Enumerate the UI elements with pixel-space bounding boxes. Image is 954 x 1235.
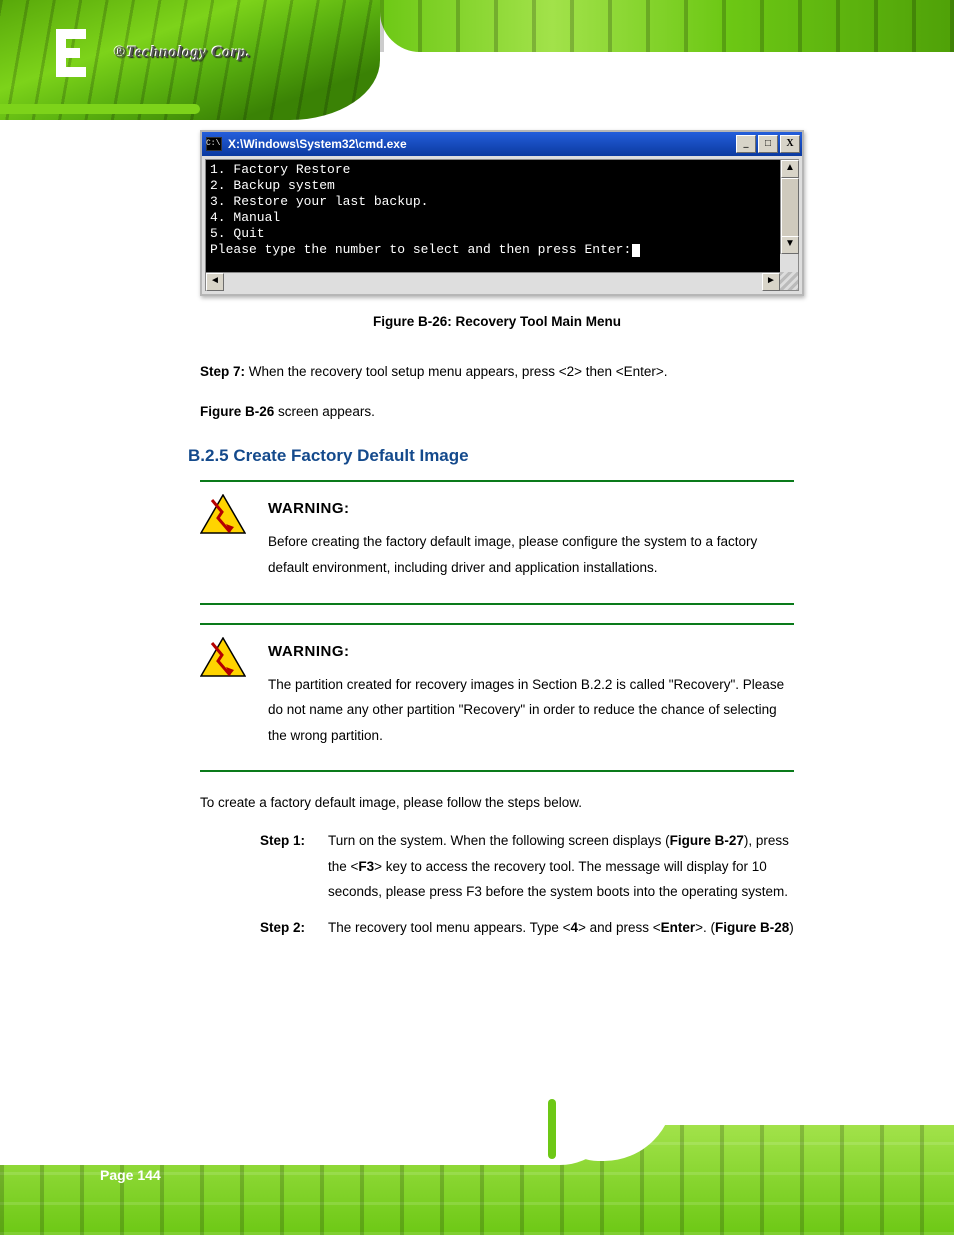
horizontal-scrollbar[interactable]: ◄ ► (206, 272, 798, 290)
step1-fig: Figure B-27 (670, 833, 744, 848)
footer-swoop (0, 1105, 620, 1165)
step2-c: >. ( (695, 920, 715, 935)
step2-b: > and press < (578, 920, 661, 935)
warning1-text: Before creating the factory default imag… (268, 529, 794, 580)
header-strip (380, 0, 954, 52)
header-left-block: ®Technology Corp. (0, 0, 380, 120)
lead-step-key: 2 (567, 364, 575, 379)
lead-step-wrap: Figure B-26 screen appears. (200, 399, 794, 425)
lead-step-number: Step 7: (200, 364, 245, 379)
section-title: B.2.5 Create Factory Default Image (188, 446, 794, 466)
hscroll-track[interactable] (224, 273, 762, 291)
scroll-thumb[interactable] (781, 178, 799, 238)
scroll-right-arrow-icon[interactable]: ► (762, 273, 780, 291)
warning-icon (200, 494, 246, 534)
step2-enter: Enter (661, 920, 696, 935)
steps-list: Step 1: Turn on the system. When the fol… (260, 828, 794, 941)
scroll-up-arrow-icon[interactable]: ▲ (781, 160, 799, 178)
warning-top-rule (200, 480, 794, 482)
warning2-top-rule (200, 623, 794, 625)
figure-caption: Figure B-26: Recovery Tool Main Menu (200, 314, 794, 329)
warning-block-1: WARNING: Before creating the factory def… (200, 480, 794, 604)
minimize-button[interactable]: _ (736, 135, 756, 153)
cursor (632, 244, 640, 257)
content-area: X:\Windows\System32\cmd.exe _ □ X 1. Fac… (0, 120, 954, 1115)
scroll-left-arrow-icon[interactable]: ◄ (206, 273, 224, 291)
lead-step-after: screen appears. (274, 404, 375, 419)
cmd-lines: 1. Factory Restore 2. Backup system 3. R… (210, 162, 631, 257)
cmd-window: X:\Windows\System32\cmd.exe _ □ X 1. Fac… (200, 130, 804, 296)
page-number: Page 144 (100, 1167, 161, 1183)
page-header-graphics: ®Technology Corp. (0, 0, 954, 120)
warning-bottom-rule (200, 603, 794, 605)
step2-fig: Figure B-28 (715, 920, 789, 935)
step-2: Step 2: The recovery tool menu appears. … (260, 915, 794, 941)
logo-mark (40, 29, 102, 77)
lead-step-body: When the recovery tool setup menu appear… (249, 364, 567, 379)
step2-number: Step 2: (260, 920, 305, 935)
cmd-title-text: X:\Windows\System32\cmd.exe (228, 132, 736, 156)
figure-ref-bold: Figure B-26 (200, 404, 274, 419)
step1-a: Turn on the system. When the following s… (328, 833, 670, 848)
warning1-head: WARNING: (268, 500, 794, 517)
step1-number: Step 1: (260, 833, 305, 848)
step1-c: > key to access the recovery tool. The m… (328, 859, 788, 900)
warning2-bottom-rule (200, 770, 794, 772)
resize-grip-icon[interactable] (780, 272, 798, 290)
lead-step: Step 7: When the recovery tool setup men… (200, 359, 794, 385)
warning-block-2: WARNING: The partition created for recov… (200, 623, 794, 773)
warning2-head: WARNING: (268, 643, 794, 660)
warning-icon (200, 637, 246, 677)
step2-key: 4 (571, 920, 579, 935)
brand-text: ®Technology Corp. (114, 44, 251, 62)
step2-a: The recovery tool menu appears. Type < (328, 920, 571, 935)
cmd-app-icon (206, 137, 222, 151)
body-text: To create a factory default image, pleas… (200, 790, 794, 816)
brand-logo: ®Technology Corp. (40, 18, 370, 88)
maximize-button[interactable]: □ (758, 135, 778, 153)
close-button[interactable]: X (780, 135, 800, 153)
warning2-text: The partition created for recovery image… (268, 672, 794, 749)
step-1: Step 1: Turn on the system. When the fol… (260, 828, 794, 905)
vertical-scrollbar[interactable]: ▲ ▼ (780, 160, 798, 254)
cmd-terminal[interactable]: 1. Factory Restore 2. Backup system 3. R… (206, 160, 798, 272)
cmd-titlebar[interactable]: X:\Windows\System32\cmd.exe _ □ X (202, 132, 802, 156)
lead-step-tail: > then <Enter>. (574, 364, 667, 379)
header-thin-bar (0, 104, 200, 114)
scroll-down-arrow-icon[interactable]: ▼ (781, 236, 799, 254)
step1-key: F3 (358, 859, 374, 874)
step2-d: ) (789, 920, 794, 935)
